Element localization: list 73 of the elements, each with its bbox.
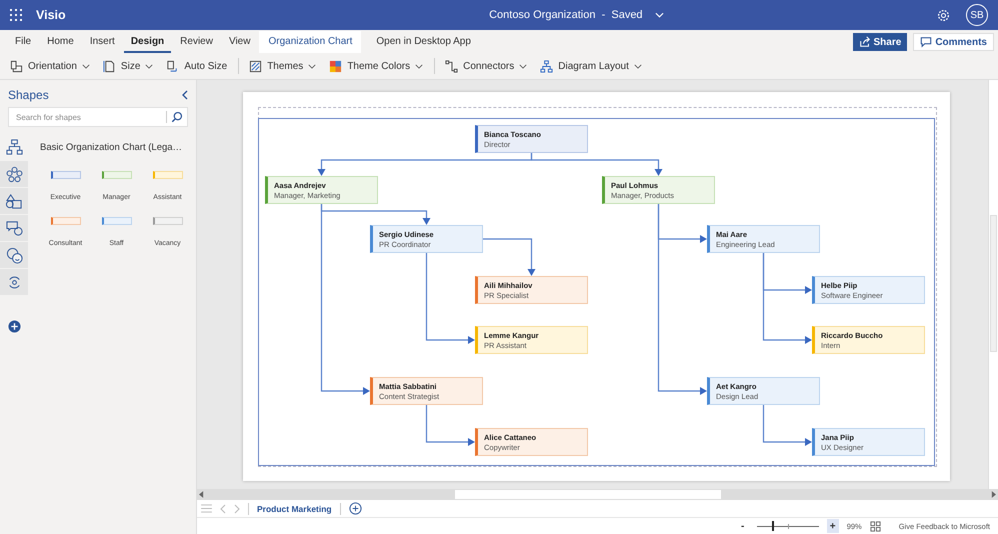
ribbon-tab[interactable]: Insert bbox=[82, 31, 122, 53]
page-size-icon bbox=[102, 60, 116, 72]
toolbar-button[interactable]: Themes bbox=[247, 56, 318, 76]
shape-thumbnail[interactable] bbox=[152, 171, 182, 179]
pane-title: Shapes bbox=[8, 88, 49, 102]
sheet-tab[interactable]: Product Marketing bbox=[257, 504, 332, 514]
scroll-left-icon[interactable] bbox=[199, 491, 204, 498]
add-icon[interactable] bbox=[8, 320, 20, 333]
shape-thumbnail[interactable] bbox=[50, 171, 80, 179]
horizontal-scrollbar[interactable] bbox=[197, 489, 998, 500]
themes-icon bbox=[249, 60, 262, 72]
org-chart-icon bbox=[6, 138, 22, 156]
chevron-down-icon bbox=[519, 64, 528, 68]
ribbon-tab[interactable]: Home bbox=[40, 31, 81, 53]
toolbar-button[interactable]: Orientation bbox=[8, 56, 92, 76]
circle-ring-icon bbox=[6, 166, 22, 182]
search-field[interactable]: Search for shapes bbox=[8, 107, 188, 127]
category-tab[interactable] bbox=[0, 161, 28, 187]
auto-size-icon bbox=[166, 60, 180, 72]
category-tab[interactable] bbox=[0, 215, 28, 241]
shape-thumbnail[interactable] bbox=[50, 217, 80, 225]
user-avatar[interactable]: SB bbox=[966, 4, 988, 26]
document-title[interactable]: Contoso Organization - Saved bbox=[489, 9, 643, 21]
share-button[interactable]: Share bbox=[852, 33, 908, 51]
chevron-down-icon bbox=[82, 64, 90, 68]
category-tab[interactable] bbox=[0, 242, 28, 268]
zoom-slider[interactable] bbox=[756, 521, 819, 531]
settings-icon[interactable] bbox=[937, 8, 950, 22]
share-icon bbox=[858, 36, 871, 48]
chevron-down-icon bbox=[145, 64, 154, 68]
fit-page-icon[interactable] bbox=[870, 520, 881, 532]
connector-arrow bbox=[483, 238, 536, 276]
toolbar-button[interactable]: Theme Colors bbox=[327, 56, 426, 76]
ribbon-tab[interactable]: Open in Desktop App bbox=[369, 31, 478, 53]
shape-thumbnail[interactable] bbox=[102, 171, 132, 179]
app-launcher-icon[interactable] bbox=[10, 9, 22, 21]
chevron-down-icon[interactable] bbox=[654, 12, 664, 18]
connectors-icon bbox=[445, 60, 458, 72]
toolbar-button[interactable]: Diagram Layout bbox=[538, 56, 644, 76]
scroll-right-icon[interactable] bbox=[991, 491, 996, 498]
hierarchy-icon bbox=[540, 60, 554, 72]
orientation-icon bbox=[10, 60, 23, 72]
vertical-scrollbar[interactable] bbox=[988, 80, 998, 489]
chevron-down-icon bbox=[308, 64, 316, 68]
toolbar-button[interactable]: Connectors bbox=[443, 56, 530, 76]
chevron-down-icon bbox=[415, 64, 424, 68]
basic-shapes-icon bbox=[6, 192, 22, 210]
ribbon-tab[interactable]: Organization Chart bbox=[259, 31, 362, 53]
comment-icon bbox=[920, 36, 932, 48]
ribbon-tab[interactable]: Design bbox=[124, 31, 172, 53]
ribbon-tab[interactable]: View bbox=[222, 31, 258, 53]
toolbar-button[interactable]: Size bbox=[100, 56, 156, 76]
stencil-title: Basic Organization Chart (Lega… bbox=[40, 142, 184, 153]
ribbon-tab[interactable]: File bbox=[8, 31, 38, 53]
shape-thumbnail[interactable] bbox=[152, 217, 182, 225]
color-palette-icon bbox=[329, 60, 342, 72]
category-tab[interactable] bbox=[0, 269, 28, 295]
connector-arrow bbox=[426, 405, 475, 446]
app-name[interactable]: Visio bbox=[36, 8, 66, 22]
search-icon[interactable] bbox=[171, 111, 183, 123]
chevron-down-icon bbox=[634, 64, 642, 68]
speech-bubbles-icon bbox=[6, 220, 22, 236]
zoom-out-button[interactable]: - bbox=[736, 519, 749, 533]
ribbon-tab[interactable]: Review bbox=[173, 31, 220, 53]
smiley-bubbles-icon bbox=[6, 246, 22, 264]
shape-thumbnail[interactable] bbox=[102, 217, 132, 225]
category-tab[interactable] bbox=[0, 188, 28, 214]
collapse-icon[interactable] bbox=[182, 90, 188, 100]
connector-arrow bbox=[762, 405, 812, 446]
add-sheet-icon[interactable] bbox=[348, 502, 362, 515]
comments-button[interactable]: Comments bbox=[913, 33, 994, 51]
zoom-in-button[interactable]: + bbox=[826, 519, 839, 533]
toolbar-button[interactable]: Auto Size bbox=[164, 56, 230, 76]
